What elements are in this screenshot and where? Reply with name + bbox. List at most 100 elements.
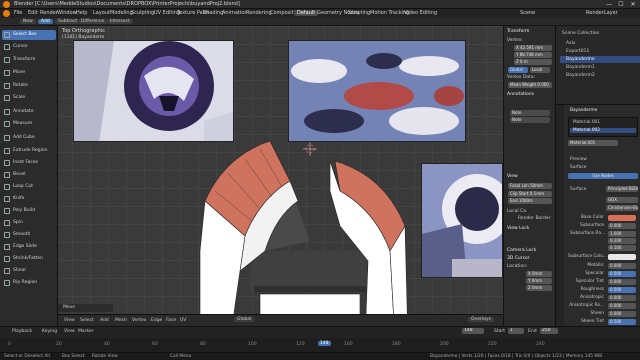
mode-subtract-button[interactable]: Subtract	[55, 19, 81, 24]
cursor-z-field[interactable]: Z 0mm	[526, 285, 552, 291]
outliner-item-bayanderm1[interactable]: Bayanderm1	[560, 64, 640, 71]
tab-video-editing[interactable]: Video Editing	[401, 10, 440, 16]
timeline-view-menu[interactable]: View	[64, 329, 75, 334]
orientation-selector[interactable]: Global	[234, 317, 255, 322]
annotations-panel-title[interactable]: Annotations	[507, 92, 534, 97]
blender-menu-icon[interactable]	[3, 10, 10, 17]
start-frame-field[interactable]: 1	[508, 328, 524, 334]
roughness-field[interactable]: 0.500	[608, 287, 636, 293]
tool-cursor[interactable]: Cursor	[2, 42, 56, 52]
material-slot-1[interactable]: Material.001	[573, 120, 600, 125]
3d-cursor-panel-title[interactable]: 3D Cursor	[507, 256, 530, 261]
outliner-item-bayanderm2[interactable]: Bayanderm2	[560, 72, 640, 79]
subsurface-radius-field-3[interactable]: 0.100	[608, 245, 636, 251]
vertex-z-field[interactable]: Z 0 m	[514, 59, 552, 65]
menu-mesh[interactable]: Mesh	[115, 318, 127, 323]
tool-select-box[interactable]: Select Box	[2, 30, 56, 40]
material-slots-list[interactable]: Material.001 Material.002	[568, 117, 638, 137]
tool-loop-cut[interactable]: Loop Cut	[2, 182, 56, 192]
use-nodes-button[interactable]: Use Nodes	[568, 173, 638, 179]
focal-length-field[interactable]: Focal Len 50mm	[508, 183, 552, 189]
subsurface-method-dropdown[interactable]: Christensen-Bu...	[606, 205, 638, 211]
end-frame-field[interactable]: 250	[540, 328, 558, 334]
close-button[interactable]: ✕	[627, 0, 639, 9]
transform-panel-title[interactable]: Transform	[507, 29, 529, 34]
tool-move[interactable]: Move	[2, 68, 56, 78]
tool-rotate[interactable]: Rotate	[2, 81, 56, 91]
specular-field[interactable]: 0.500	[608, 271, 636, 277]
view-layer-selector[interactable]: RenderLayer	[586, 10, 618, 16]
minimize-button[interactable]: —	[603, 0, 615, 9]
note-layer[interactable]: Note	[510, 110, 550, 116]
sheen-tint-field[interactable]: 0.500	[608, 319, 636, 325]
tool-poly-build[interactable]: Poly Build	[2, 206, 56, 216]
tool-spin[interactable]: Spin	[2, 218, 56, 228]
properties-tab-bar[interactable]	[556, 105, 564, 327]
maximize-button[interactable]: ☐	[615, 0, 627, 9]
material-slot-2[interactable]: Material.002	[570, 128, 636, 133]
outliner-item-export011[interactable]: Export011	[560, 48, 640, 55]
menu-select[interactable]: Select	[80, 318, 94, 323]
camera-lock-title[interactable]: Camera Lock	[507, 248, 536, 253]
tool-edge-slide[interactable]: Edge Slide	[2, 242, 56, 252]
material-name-field[interactable]: Material.001	[568, 140, 618, 146]
menu-help[interactable]: Help	[76, 10, 87, 16]
menu-uv[interactable]: UV	[180, 318, 186, 323]
scene-collection-label[interactable]: Scene Collection	[560, 30, 640, 37]
menu-file[interactable]: File	[14, 10, 22, 16]
mean-weight-field[interactable]: Mean Weight 0.000	[508, 82, 552, 88]
cursor-y-field[interactable]: Y 0mm	[526, 278, 552, 284]
subsurface-radius-field-2[interactable]: 0.200	[608, 238, 636, 244]
view-panel-title[interactable]: View	[507, 174, 518, 179]
menu-vertex[interactable]: Vertex	[132, 318, 146, 323]
subsurface-radius-field-1[interactable]: 1.000	[608, 231, 636, 237]
tool-smooth[interactable]: Smooth	[2, 230, 56, 240]
subsurface-color-swatch[interactable]	[608, 254, 636, 260]
clip-start-field[interactable]: Clip Start 0.1mm	[508, 191, 552, 197]
view-lock-title[interactable]: View Lock	[507, 226, 529, 231]
tool-add-cube[interactable]: Add Cube	[2, 133, 56, 143]
render-region-checkbox[interactable]: Render Border	[518, 216, 551, 221]
playback-menu[interactable]: Playback	[12, 329, 32, 334]
operator-panel[interactable]: Move	[58, 304, 113, 312]
outliner-item-axis[interactable]: Axis	[560, 40, 640, 47]
menu-view[interactable]: View	[64, 318, 75, 323]
3d-cursor-icon[interactable]	[303, 142, 317, 156]
tool-annotate[interactable]: Annotate	[2, 107, 56, 117]
surface-panel[interactable]: Surface	[570, 165, 586, 170]
menu-edit[interactable]: Edit	[28, 10, 38, 16]
vertex-y-field[interactable]: Y 88.748 mm	[514, 52, 552, 58]
anisotropic-rotation-field[interactable]: 0.000	[608, 303, 636, 309]
global-toggle[interactable]: Global	[508, 67, 528, 73]
tool-knife[interactable]: Knife	[2, 194, 56, 204]
preview-panel[interactable]: Preview	[570, 157, 587, 162]
mode-difference-button[interactable]: Difference	[78, 19, 108, 24]
base-color-swatch[interactable]	[608, 215, 636, 221]
menu-face[interactable]: Face	[166, 318, 176, 323]
anisotropic-field[interactable]: 0.000	[608, 295, 636, 301]
mode-intersect-button[interactable]: Intersect	[107, 19, 133, 24]
cursor-x-field[interactable]: X 0mm	[526, 271, 552, 277]
mode-new-button[interactable]: New	[20, 19, 36, 24]
subsurface-field[interactable]: 0.000	[608, 223, 636, 229]
tool-transform[interactable]: Transform	[2, 55, 56, 65]
local-toggle[interactable]: Local	[530, 67, 550, 73]
timeline-marker-menu[interactable]: Marker	[78, 329, 94, 334]
metallic-field[interactable]: 0.000	[608, 263, 636, 269]
mesh-model[interactable]	[190, 131, 430, 326]
outliner-item-bayanderme[interactable]: Bayanderme	[560, 56, 640, 63]
playhead[interactable]: 148	[318, 341, 331, 346]
menu-render[interactable]: Render	[40, 10, 58, 16]
tool-extrude-region[interactable]: Extrude Region	[2, 146, 56, 156]
tool-shear[interactable]: Shear	[2, 266, 56, 276]
keying-menu[interactable]: Keying	[42, 329, 57, 334]
vertex-x-field[interactable]: X 42.591 mm	[514, 45, 552, 51]
menu-window[interactable]: Window	[57, 10, 77, 16]
menu-edge[interactable]: Edge	[151, 318, 162, 323]
distribution-dropdown[interactable]: GGX	[606, 197, 638, 203]
tool-rip-region[interactable]: Rip Region	[2, 278, 56, 288]
tool-shrink-fatten[interactable]: Shrink/Fatten	[2, 254, 56, 264]
3d-viewport[interactable]: Top Orthographic (1161) Bayanderm Move E…	[0, 26, 503, 326]
scene-selector[interactable]: Scene	[520, 10, 535, 16]
mode-add-button[interactable]: Add	[38, 19, 53, 24]
